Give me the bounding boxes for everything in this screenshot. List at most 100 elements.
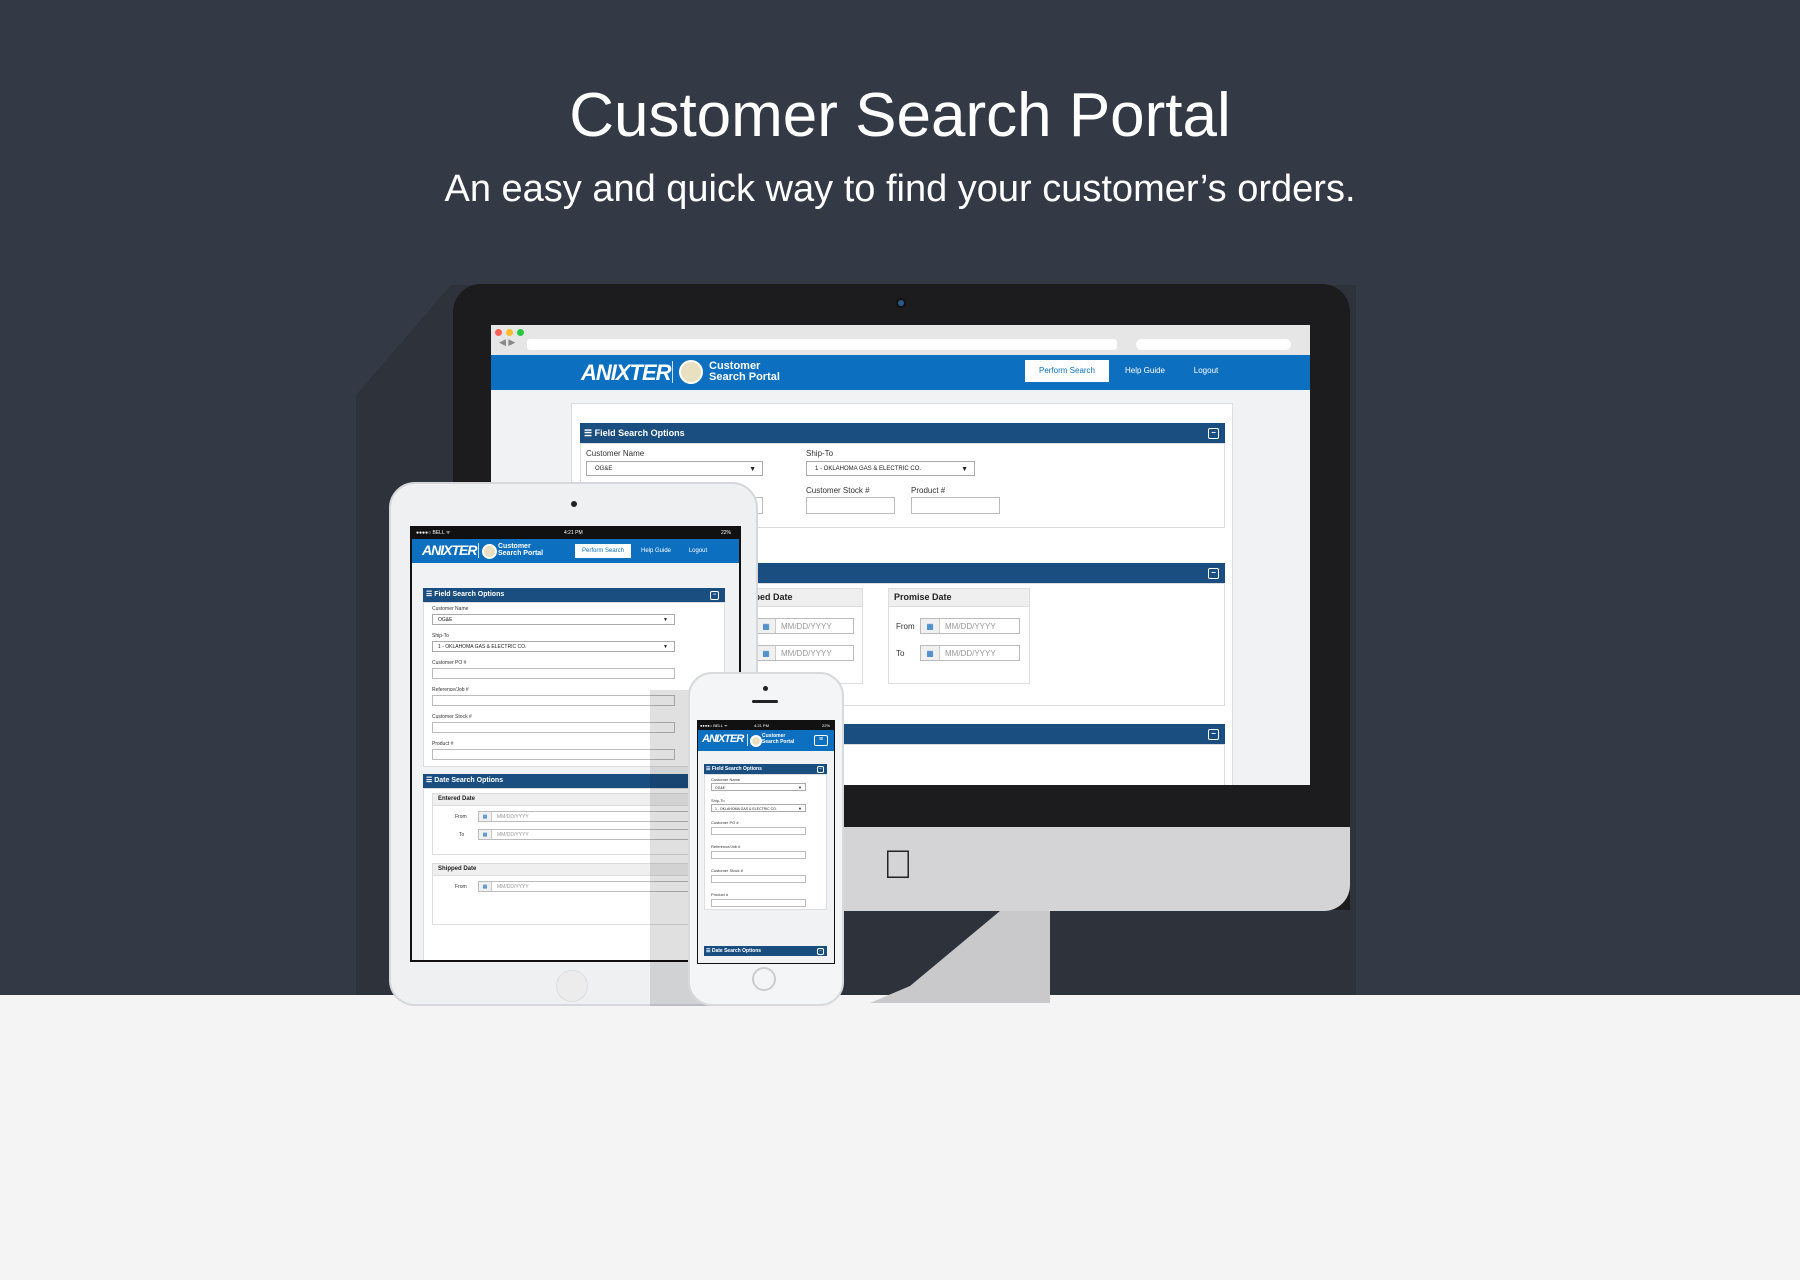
date-search-panel-header[interactable]: ☰ Date Search Options − (704, 946, 827, 956)
floor (0, 995, 1800, 1280)
anixter-logo: ANIXTER (702, 733, 744, 745)
portal-name-line2: Search Portal (762, 739, 795, 745)
customer-name-label: Customer Name (711, 777, 741, 782)
shipped-to-input[interactable]: ▦ MM/DD/YYYY (756, 645, 854, 661)
dropdown-arrow-icon: ▼ (798, 785, 802, 790)
customer-stock-input[interactable] (806, 497, 895, 514)
product-input[interactable] (711, 899, 806, 907)
perform-search-button[interactable]: Perform Search (1025, 360, 1109, 382)
from-label: From (455, 814, 467, 820)
field-search-title: Field Search Options (434, 591, 505, 598)
to-label: To (459, 832, 465, 838)
field-search-panel-header[interactable]: ☰ Field Search Options − (704, 764, 827, 774)
customer-name-select[interactable]: OG&E ▼ (711, 783, 806, 791)
field-search-title: Field Search Options (711, 766, 762, 772)
collapse-icon[interactable]: − (817, 948, 824, 955)
date-placeholder: MM/DD/YYYY (945, 622, 996, 631)
field-search-panel-header[interactable]: ☰ Field Search Options − (580, 423, 1225, 443)
calendar-icon[interactable]: ▦ (479, 882, 492, 891)
calendar-icon[interactable]: ▦ (479, 812, 492, 821)
logo-divider (747, 734, 748, 746)
collapse-icon[interactable]: − (1208, 568, 1219, 579)
customer-po-label: Customer PO # (711, 820, 739, 825)
ship-to-value: 1 - OKLAHOMA GAS & ELECTRIC CO. (815, 466, 922, 472)
from-label: From (455, 884, 467, 890)
globe-icon (750, 735, 762, 747)
calendar-icon[interactable]: ▦ (479, 830, 492, 839)
calendar-icon[interactable]: ▦ (757, 646, 776, 660)
ship-to-value: 1 - OKLAHOMA GAS & ELECTRIC CO. (715, 807, 777, 811)
product-label: Product # (432, 741, 454, 747)
hamburger-menu-icon[interactable]: ≡ (814, 735, 828, 746)
product-input[interactable] (911, 497, 1000, 514)
anixter-logo: ANIXTER (581, 360, 672, 385)
ship-to-label: Ship-To (806, 449, 834, 458)
dropdown-arrow-icon: ▼ (961, 466, 968, 473)
customer-name-label: Customer Name (432, 606, 469, 612)
help-guide-link[interactable]: Help Guide (1115, 360, 1175, 382)
browser-chrome: ◀ ▶ (491, 325, 1310, 356)
dropdown-arrow-icon: ▼ (749, 466, 756, 473)
date-search-title: Date Search Options (434, 777, 504, 784)
customer-name-label: Customer Name (586, 449, 645, 458)
shipped-from-input[interactable]: ▦ MM/DD/YYYY (756, 618, 854, 634)
customer-stock-input[interactable] (711, 875, 806, 883)
calendar-icon[interactable]: ▦ (921, 619, 940, 633)
help-guide-link[interactable]: Help Guide (636, 544, 676, 558)
list-icon: ☰ (426, 591, 435, 598)
phone-app-header: ANIXTER Customer Search Portal ≡ (698, 730, 834, 751)
minimize-dot-icon[interactable] (506, 329, 513, 336)
ship-to-select[interactable]: 1 - OKLAHOMA GAS & ELECTRIC CO. ▼ (806, 461, 975, 476)
hero-subtitle: An easy and quick way to find your custo… (444, 168, 1356, 210)
reference-input[interactable] (711, 851, 806, 859)
perform-search-button[interactable]: Perform Search (575, 544, 631, 558)
back-forward-icon[interactable]: ◀ ▶ (499, 337, 515, 348)
logout-link[interactable]: Logout (1181, 360, 1231, 382)
maximize-dot-icon[interactable] (517, 329, 524, 336)
promise-to-input[interactable]: ▦ MM/DD/YYYY (920, 645, 1020, 661)
date-placeholder: MM/DD/YYYY (945, 649, 996, 658)
iphone-home-button[interactable] (752, 967, 776, 991)
tablet-status-bar: ●●●●○ BELL ᯤ 4:21 PM 22% (412, 528, 739, 539)
url-bar[interactable] (527, 339, 1117, 350)
customer-stock-label: Customer Stock # (711, 868, 743, 873)
dropdown-arrow-icon: ▼ (663, 617, 668, 623)
ship-to-select[interactable]: 1 - OKLAHOMA GAS & ELECTRIC CO. ▼ (432, 641, 675, 652)
collapse-icon[interactable]: − (817, 766, 824, 773)
field-search-panel-header[interactable]: ☰ Field Search Options − (423, 588, 725, 602)
field-search-panel-body: Customer Name OG&E ▼ Ship-To 1 - OKLAHOMA… (704, 774, 827, 910)
carrier-text: ●●●●○ BELL ᯤ (416, 530, 451, 536)
logo-divider (672, 361, 673, 383)
dropdown-arrow-icon: ▼ (798, 806, 802, 811)
customer-po-input[interactable] (432, 668, 675, 679)
date-placeholder: MM/DD/YYYY (497, 814, 529, 820)
reference-input[interactable] (432, 695, 675, 706)
collapse-icon[interactable]: − (1208, 729, 1219, 740)
logout-link[interactable]: Logout (680, 544, 716, 558)
date-placeholder: MM/DD/YYYY (497, 884, 529, 890)
calendar-icon[interactable]: ▦ (757, 619, 776, 633)
portal-name-line2: Search Portal (709, 371, 780, 383)
anixter-logo: ANIXTER (422, 542, 477, 558)
customer-stock-label: Customer Stock # (432, 714, 472, 720)
promise-from-input[interactable]: ▦ MM/DD/YYYY (920, 618, 1020, 634)
collapse-icon[interactable]: − (1208, 428, 1219, 439)
iphone-speaker (752, 700, 778, 703)
collapse-icon[interactable]: − (710, 591, 719, 600)
browser-search-bar[interactable] (1136, 339, 1291, 350)
date-search-title: Date Search Options (711, 948, 762, 954)
promise-date-title: Promise Date (889, 589, 1029, 607)
close-dot-icon[interactable] (495, 329, 502, 336)
product-input[interactable] (432, 749, 675, 760)
status-time: 4:21 PM (564, 530, 583, 536)
customer-name-select[interactable]: OG&E ▼ (586, 461, 763, 476)
customer-name-select[interactable]: OG&E ▼ (432, 614, 675, 625)
ship-to-select[interactable]: 1 - OKLAHOMA GAS & ELECTRIC CO. ▼ (711, 804, 806, 812)
product-label: Product # (911, 486, 946, 495)
calendar-icon[interactable]: ▦ (921, 646, 940, 660)
ipad-home-button[interactable] (556, 970, 588, 1002)
battery-text: 22% (720, 530, 731, 536)
portal-name-line2: Search Portal (498, 550, 544, 557)
customer-stock-input[interactable] (432, 722, 675, 733)
customer-po-input[interactable] (711, 827, 806, 835)
